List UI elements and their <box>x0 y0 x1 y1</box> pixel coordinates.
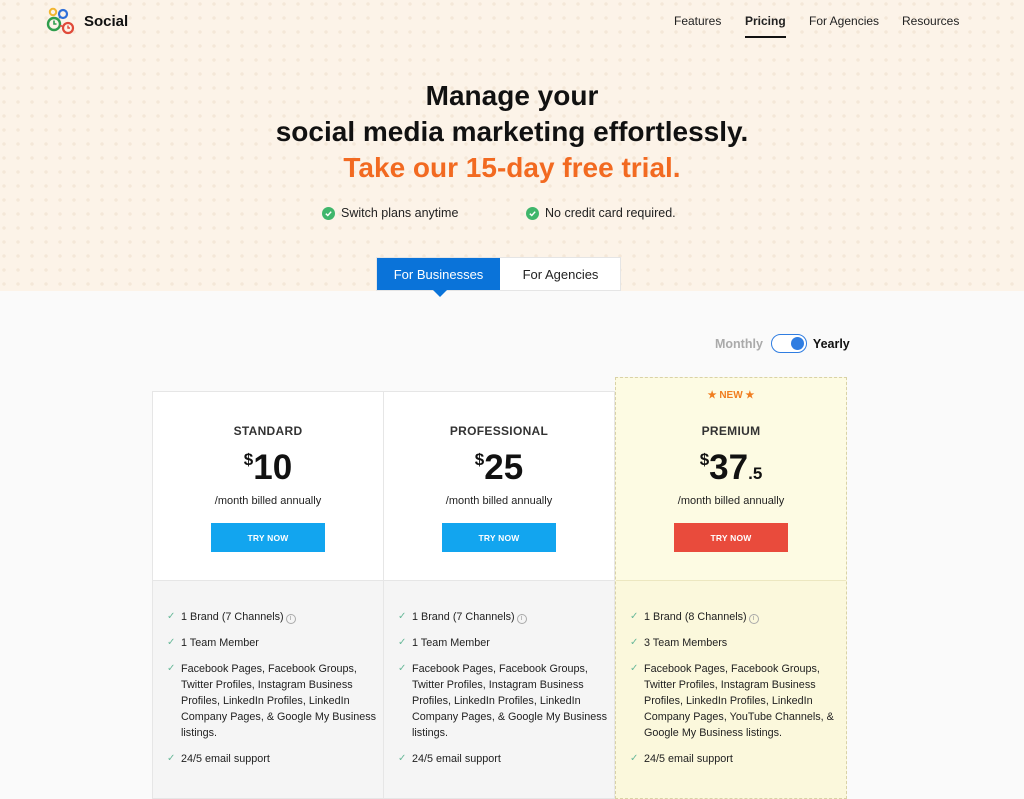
price-decimal: .5 <box>748 464 763 483</box>
plan-price: $25 <box>384 446 614 490</box>
feature-text: Facebook Pages, Facebook Groups, Twitter… <box>644 663 834 739</box>
feature-text: 1 Brand (7 Channels) <box>181 611 284 623</box>
check-icon: ✓ <box>630 753 639 764</box>
feature-text: 1 Brand (7 Channels) <box>412 611 515 623</box>
nav-item-pricing[interactable]: Pricing <box>745 14 786 38</box>
feature-text: 1 Brand (8 Channels) <box>644 611 747 623</box>
feature-item: ✓ 1 Brand (7 Channels) i <box>167 609 377 625</box>
feature-item: ✓ 24/5 email support <box>167 751 377 767</box>
feature-text: 1 Team Member <box>412 637 490 649</box>
billing-period-text: /month billed annually <box>677 495 785 507</box>
feature-text: 1 Team Member <box>181 637 259 649</box>
check-circle-icon <box>322 206 335 220</box>
feature-item: ✓ 1 Team Member <box>398 635 608 651</box>
monthly-label[interactable]: Monthly <box>715 337 763 351</box>
info-icon[interactable]: i <box>516 614 527 624</box>
free-trial-headline: Take our 15-day free trial. <box>343 152 681 183</box>
check-icon: ✓ <box>398 611 407 622</box>
price-currency: $ <box>699 450 710 469</box>
perks-row: Switch plans anytime No credit card requ… <box>0 206 1024 226</box>
perk-label: Switch plans anytime <box>341 206 459 220</box>
check-icon: ✓ <box>167 637 176 648</box>
perk-no-credit-card: No credit card required. <box>526 206 676 220</box>
pricing-cards: STANDARD $10 /month billed annually TRY … <box>152 377 848 799</box>
tab-for-agencies[interactable]: For Agencies <box>500 258 621 290</box>
try-now-button[interactable]: TRY NOW <box>442 523 556 552</box>
plan-header: STANDARD $10 /month billed annually TRY … <box>153 392 383 581</box>
feature-item: ✓ 3 Team Members <box>630 635 840 651</box>
plan-price: $10 <box>153 446 383 490</box>
perk-switch-plans: Switch plans anytime <box>322 206 458 220</box>
feature-item: ✓ 24/5 email support <box>398 751 608 767</box>
plan-card-premium: ★ NEW ★ PREMIUM $37.5 /month billed annu… <box>615 377 847 799</box>
feature-item: ✓ 1 Team Member <box>167 635 377 651</box>
nav-item-resources[interactable]: Resources <box>902 14 959 28</box>
perk-label: No credit card required. <box>545 206 676 220</box>
billing-period-switch: Monthly Yearly <box>715 334 850 353</box>
check-icon: ✓ <box>630 663 639 674</box>
audience-tabs: For Businesses For Agencies <box>376 257 621 297</box>
price-amount: 10 <box>253 448 293 487</box>
price-amount: 37 <box>709 448 749 487</box>
feature-text: Facebook Pages, Facebook Groups, Twitter… <box>181 663 377 739</box>
toggle-knob <box>790 336 804 350</box>
feature-item: ✓ 1 Brand (7 Channels) i <box>398 609 608 625</box>
feature-item: ✓ Facebook Pages, Facebook Groups, Twitte… <box>398 661 608 741</box>
check-icon: ✓ <box>630 611 639 622</box>
plan-header: PROFESSIONAL $25 /month billed annually … <box>384 392 614 581</box>
check-circle-icon <box>526 206 539 220</box>
nav-item-features[interactable]: Features <box>674 14 721 28</box>
feature-text: 24/5 email support <box>181 753 270 765</box>
feature-text: Facebook Pages, Facebook Groups, Twitter… <box>412 663 608 739</box>
plan-name: STANDARD <box>233 424 303 438</box>
check-icon: ✓ <box>630 637 639 648</box>
check-icon: ✓ <box>398 663 407 674</box>
check-icon: ✓ <box>398 753 407 764</box>
top-nav: Features Pricing For Agencies Resources <box>0 14 1024 38</box>
feature-item: ✓ 1 Brand (8 Channels) i <box>630 609 840 625</box>
feature-item: ✓ Facebook Pages, Facebook Groups, Twitte… <box>630 661 840 741</box>
hero-section: Social Features Pricing For Agencies Res… <box>0 0 1024 291</box>
new-badge: ★ NEW ★ <box>707 390 755 401</box>
hero-headline: Manage your social media marketing effor… <box>0 78 1024 186</box>
info-icon[interactable]: i <box>285 614 296 624</box>
feature-list: ✓ 1 Brand (7 Channels) i ✓ 1 Team Member ✓ F… <box>398 609 608 777</box>
price-currency: $ <box>474 450 485 469</box>
tab-for-businesses[interactable]: For Businesses <box>377 258 500 297</box>
try-now-button[interactable]: TRY NOW <box>674 523 788 552</box>
billing-period-text: /month billed annually <box>214 495 322 507</box>
check-icon: ✓ <box>398 637 407 648</box>
plan-card-professional: PROFESSIONAL $25 /month billed annually … <box>383 391 615 799</box>
feature-item: ✓ 24/5 email support <box>630 751 840 767</box>
feature-text: 24/5 email support <box>644 753 733 765</box>
yearly-label[interactable]: Yearly <box>813 337 850 351</box>
check-icon: ✓ <box>167 753 176 764</box>
plan-header: ★ NEW ★ PREMIUM $37.5 /month billed annu… <box>616 378 846 581</box>
feature-text: 24/5 email support <box>412 753 501 765</box>
headline-line-1: Manage your <box>425 80 599 111</box>
feature-list: ✓ 1 Brand (7 Channels) i ✓ 1 Team Member ✓ F… <box>167 609 377 777</box>
plan-price: $37.5 <box>616 446 846 490</box>
headline-line-2: social media marketing effortlessly. <box>275 116 749 147</box>
feature-list: ✓ 1 Brand (8 Channels) i ✓ 3 Team Members ✓… <box>630 609 840 777</box>
feature-text: 3 Team Members <box>644 637 728 649</box>
nav-item-for-agencies[interactable]: For Agencies <box>809 14 879 28</box>
plan-card-standard: STANDARD $10 /month billed annually TRY … <box>152 391 384 799</box>
feature-item: ✓ Facebook Pages, Facebook Groups, Twitte… <box>167 661 377 741</box>
price-amount: 25 <box>484 448 524 487</box>
billing-period-text: /month billed annually <box>445 495 553 507</box>
try-now-button[interactable]: TRY NOW <box>211 523 325 552</box>
plan-name: PROFESSIONAL <box>449 424 549 438</box>
check-icon: ✓ <box>167 611 176 622</box>
price-currency: $ <box>243 450 254 469</box>
plan-name: PREMIUM <box>701 424 761 438</box>
billing-toggle[interactable] <box>770 334 807 353</box>
check-icon: ✓ <box>167 663 176 674</box>
info-icon[interactable]: i <box>748 614 759 624</box>
